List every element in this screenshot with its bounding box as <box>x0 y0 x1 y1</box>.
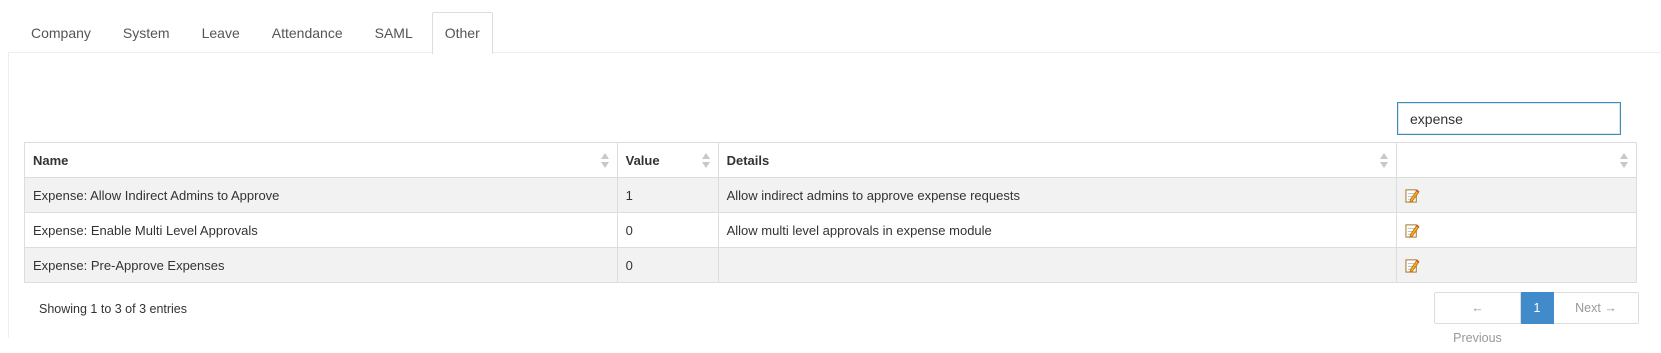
tab-leave[interactable]: Leave <box>189 12 253 53</box>
page-1-button[interactable]: 1 <box>1521 292 1554 324</box>
next-page-button[interactable]: Next → <box>1554 292 1639 324</box>
cell-actions <box>1396 247 1637 283</box>
tab-company[interactable]: Company <box>18 12 104 53</box>
tab-saml[interactable]: SAML <box>362 12 426 53</box>
table-row: Expense: Allow Indirect Admins to Approv… <box>24 177 1637 213</box>
column-header-label: Details <box>726 152 770 168</box>
search-input[interactable] <box>1397 102 1621 135</box>
cell-value: 0 <box>616 212 719 248</box>
edit-icon[interactable] <box>1405 258 1420 273</box>
column-header-name[interactable]: Name <box>24 142 618 178</box>
column-header-label: Value <box>625 152 660 168</box>
cell-name: Expense: Pre-Approve Expenses <box>24 247 618 283</box>
cell-details <box>717 247 1398 283</box>
settings-table: Name Value Details Expense: Allow Indire… <box>24 142 1637 283</box>
edit-icon[interactable] <box>1405 223 1420 238</box>
cell-name: Expense: Allow Indirect Admins to Approv… <box>24 177 618 213</box>
column-header-label: Name <box>33 152 69 168</box>
sort-icon <box>1620 153 1628 168</box>
cell-actions <box>1396 212 1637 248</box>
table-info: Showing 1 to 3 of 3 entries <box>39 302 188 316</box>
previous-page-button[interactable]: ← Previous <box>1434 292 1521 345</box>
column-header-value[interactable]: Value <box>616 142 719 178</box>
cell-name: Expense: Enable Multi Level Approvals <box>24 212 618 248</box>
column-header-details[interactable]: Details <box>717 142 1398 178</box>
tab-system[interactable]: System <box>110 12 183 53</box>
cell-value: 0 <box>616 247 719 283</box>
cell-value: 1 <box>616 177 719 213</box>
settings-tabs: Company System Leave Attendance SAML Oth… <box>18 12 499 54</box>
pagination: ← Previous 1 Next → <box>1434 292 1639 345</box>
table-header-row: Name Value Details <box>24 142 1637 178</box>
sort-icon <box>1380 153 1389 168</box>
tab-other[interactable]: Other <box>431 12 493 54</box>
cell-details: Allow multi level approvals in expense m… <box>717 212 1398 248</box>
cell-actions <box>1396 177 1637 213</box>
cell-details: Allow indirect admins to approve expense… <box>717 177 1398 213</box>
table-row: Expense: Pre-Approve Expenses 0 <box>24 247 1637 283</box>
sort-icon <box>600 153 609 168</box>
sort-icon <box>701 153 710 168</box>
table-row: Expense: Enable Multi Level Approvals 0 … <box>24 212 1637 248</box>
edit-icon[interactable] <box>1405 188 1420 203</box>
column-header-actions[interactable] <box>1396 142 1637 178</box>
tab-attendance[interactable]: Attendance <box>259 12 356 53</box>
